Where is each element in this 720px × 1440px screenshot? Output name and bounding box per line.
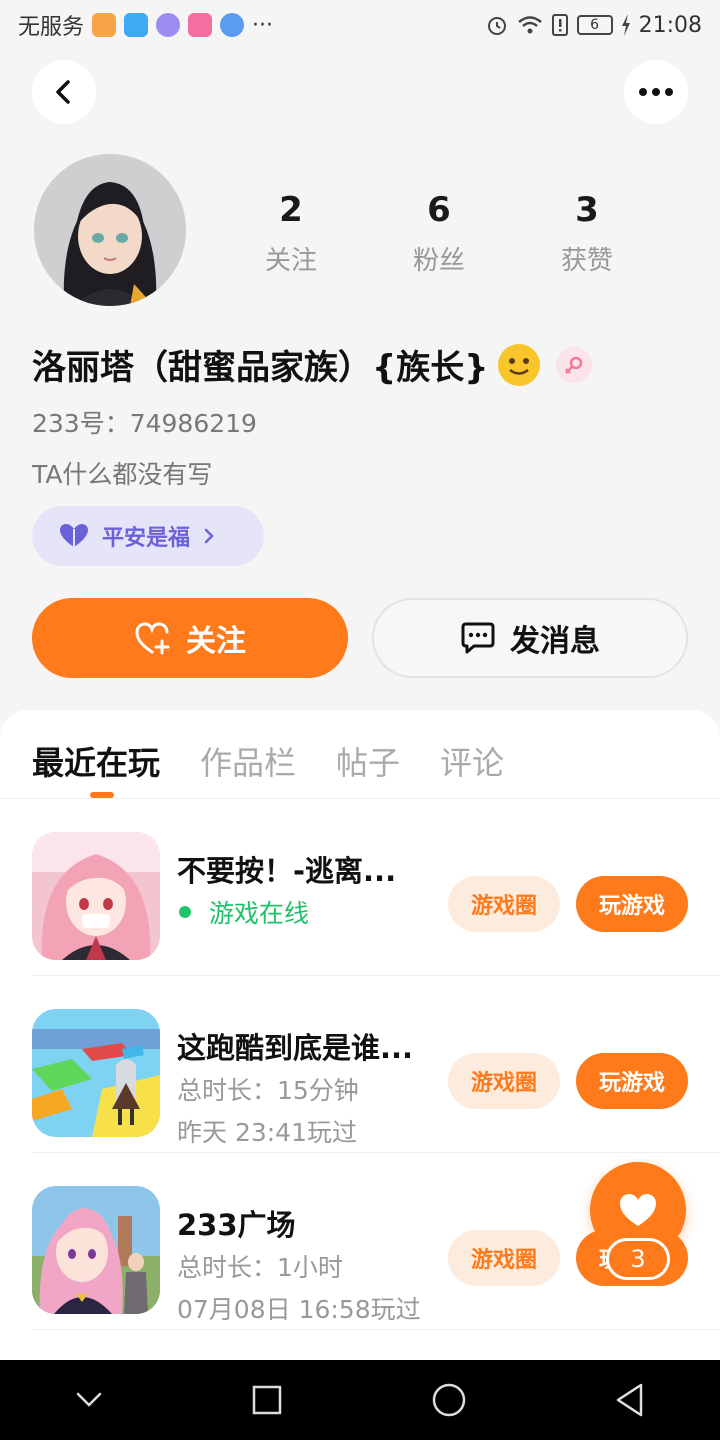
game-circle-button[interactable]: 游戏圈 bbox=[448, 876, 560, 932]
charging-icon bbox=[621, 14, 630, 36]
female-gender-icon bbox=[556, 346, 593, 383]
stat-likes-label: 获赞 bbox=[560, 246, 613, 276]
browser-app-icon bbox=[220, 13, 245, 37]
avatar-illustration bbox=[34, 154, 186, 306]
row-divider bbox=[32, 1329, 720, 1330]
nav-recents-icon[interactable] bbox=[252, 1385, 282, 1415]
play-game-button[interactable]: 玩游戏 bbox=[576, 1053, 688, 1109]
game-circle-button[interactable]: 游戏圈 bbox=[448, 1230, 560, 1286]
tab-posts[interactable]: 帖子 bbox=[336, 738, 400, 784]
family-tag[interactable]: 平安是福 bbox=[32, 506, 264, 566]
online-dot-icon bbox=[179, 906, 191, 918]
status-bar: 无服务 ··· 6 21:08 bbox=[0, 0, 720, 50]
sim-alert-icon bbox=[551, 14, 568, 36]
game-title: 233广场 bbox=[177, 1208, 296, 1242]
stat-following-count: 2 bbox=[279, 190, 303, 230]
heart-icon bbox=[620, 1194, 656, 1226]
game-title: 不要按！-逃离... bbox=[177, 854, 397, 888]
clock: 21:08 bbox=[638, 12, 702, 38]
smile-emoji-icon bbox=[498, 343, 541, 386]
more-button[interactable] bbox=[624, 60, 688, 124]
message-button-label: 发消息 bbox=[510, 624, 600, 659]
row-divider bbox=[32, 1152, 720, 1153]
gift-app-icon bbox=[188, 13, 213, 37]
stat-following-label: 关注 bbox=[264, 246, 317, 276]
shield-app-icon bbox=[124, 13, 149, 37]
tab-recent[interactable]: 最近在玩 bbox=[32, 738, 160, 784]
game-icon bbox=[32, 1009, 160, 1137]
family-tag-label: 平安是福 bbox=[102, 526, 191, 551]
alarm-icon bbox=[487, 17, 506, 35]
username-row: 洛丽塔（甜蜜品家族）{族长} bbox=[32, 340, 593, 389]
game-title: 这跑酷到底是谁... bbox=[177, 1031, 414, 1065]
status-left: 无服务 ··· bbox=[18, 9, 273, 41]
tab-comments[interactable]: 评论 bbox=[440, 738, 504, 784]
video-app-icon bbox=[92, 13, 117, 37]
avatar[interactable] bbox=[34, 154, 186, 306]
game-status-text: 游戏在线 bbox=[209, 899, 310, 928]
username: 洛丽塔（甜蜜品家族）{族长} bbox=[32, 348, 489, 388]
game-last-played: 昨天 23:41玩过 bbox=[177, 1118, 357, 1147]
heart-plus-icon bbox=[135, 622, 170, 655]
user-id: 233号：74986219 bbox=[32, 409, 257, 438]
follow-button[interactable]: 关注 bbox=[32, 598, 348, 678]
more-dots-icon bbox=[639, 88, 673, 96]
carrier-text: 无服务 bbox=[18, 15, 85, 40]
bio: TA什么都没有写 bbox=[32, 460, 213, 489]
like-count-badge: 3 bbox=[606, 1238, 670, 1280]
status-right: 6 21:08 bbox=[485, 13, 702, 38]
stat-likes-count: 3 bbox=[575, 190, 599, 230]
message-button[interactable]: 发消息 bbox=[372, 598, 688, 678]
game-icon bbox=[32, 832, 160, 960]
tab-divider bbox=[0, 798, 720, 799]
battery-indicator: 6 bbox=[576, 15, 613, 35]
game-playtime: 总时长：1小时 bbox=[177, 1253, 343, 1282]
stat-fans-count: 6 bbox=[427, 190, 451, 230]
chat-bubble-icon bbox=[461, 622, 495, 654]
stat-fans[interactable]: 6 粉丝 bbox=[384, 190, 494, 277]
game-status: 游戏在线 bbox=[177, 894, 309, 930]
system-nav-bar bbox=[0, 1360, 720, 1440]
game-last-played: 07月08日 16:58玩过 bbox=[177, 1295, 421, 1324]
follow-button-label: 关注 bbox=[186, 624, 246, 659]
music-app-icon bbox=[156, 13, 181, 37]
back-button[interactable] bbox=[32, 60, 96, 124]
tab-works[interactable]: 作品栏 bbox=[200, 738, 296, 784]
game-playtime: 总时长：15分钟 bbox=[177, 1076, 359, 1105]
nav-back-icon[interactable] bbox=[615, 1383, 645, 1417]
stat-likes[interactable]: 3 获赞 bbox=[532, 190, 642, 277]
chevron-right-icon bbox=[204, 528, 214, 544]
nav-collapse-icon[interactable] bbox=[75, 1391, 103, 1409]
play-game-button[interactable]: 玩游戏 bbox=[576, 876, 688, 932]
wifi-icon bbox=[517, 16, 542, 34]
stat-following[interactable]: 2 关注 bbox=[236, 190, 346, 277]
game-row[interactable]: 不要按！-逃离... 游戏在线 游戏圈 玩游戏 bbox=[32, 800, 720, 976]
row-divider bbox=[32, 975, 720, 976]
heart-icon bbox=[60, 524, 88, 547]
nav-home-icon[interactable] bbox=[432, 1383, 466, 1417]
back-arrow-icon bbox=[56, 80, 70, 104]
game-circle-button[interactable]: 游戏圈 bbox=[448, 1053, 560, 1109]
tab-bar: 最近在玩 作品栏 帖子 评论 bbox=[32, 738, 504, 784]
more-notifications: ··· bbox=[252, 12, 273, 38]
game-icon bbox=[32, 1186, 160, 1314]
stat-fans-label: 粉丝 bbox=[412, 246, 465, 276]
game-row[interactable]: 这跑酷到底是谁... 总时长：15分钟 昨天 23:41玩过 游戏圈 玩游戏 bbox=[32, 977, 720, 1153]
